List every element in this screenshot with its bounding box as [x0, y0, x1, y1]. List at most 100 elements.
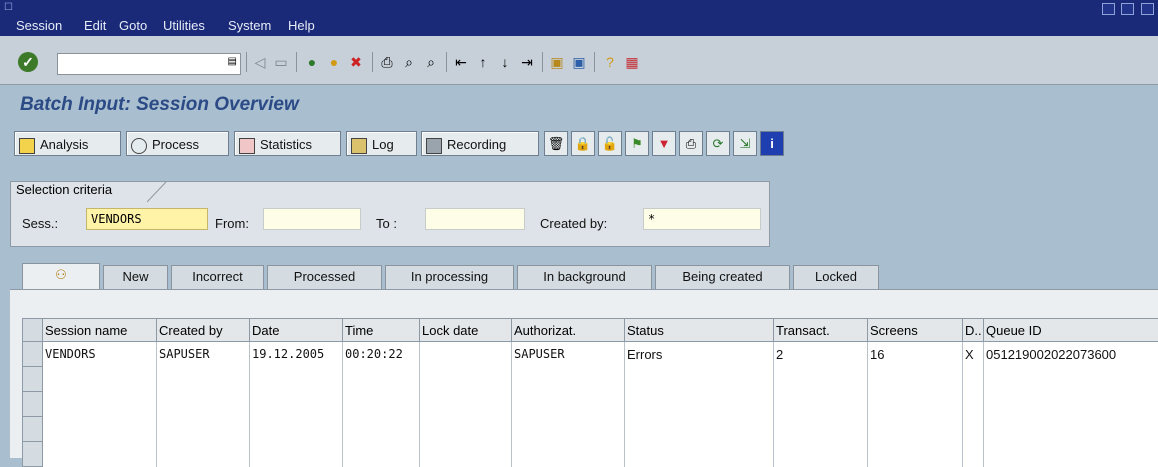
create-session-icon[interactable]: ▣	[547, 52, 567, 72]
tab-in-processing[interactable]: In processing	[385, 265, 514, 289]
menu-utilities[interactable]: Utilities	[163, 18, 205, 33]
page-title: Batch Input: Session Overview	[20, 94, 299, 116]
layout-icon[interactable]: ▦	[622, 52, 642, 72]
created-by-field[interactable]: *	[643, 208, 761, 230]
menu-system[interactable]: System	[228, 18, 271, 33]
column-header[interactable]: Queue ID	[984, 319, 1158, 342]
tab-being-created[interactable]: Being created	[655, 265, 790, 289]
column-header[interactable]: Lock date	[420, 319, 512, 342]
restore-icon[interactable]	[1121, 3, 1134, 15]
row-selector[interactable]	[23, 342, 43, 367]
export-button[interactable]: ⇲	[733, 131, 757, 156]
cell-transactions[interactable]: 2	[774, 342, 868, 367]
column-header[interactable]: Transact.	[774, 319, 868, 342]
minimize-icon[interactable]	[1102, 3, 1115, 15]
separator	[594, 52, 595, 72]
tab-incorrect[interactable]: Incorrect	[171, 265, 264, 289]
from-date-field[interactable]	[263, 208, 361, 230]
unlock-button[interactable]: 🔓	[598, 131, 622, 156]
tab-locked[interactable]: Locked	[793, 265, 879, 289]
menu-help[interactable]: Help	[288, 18, 315, 33]
tab-processed[interactable]: Processed	[267, 265, 382, 289]
session-table: Session name Created by Date Time Lock d…	[22, 318, 1158, 467]
session-name-field[interactable]: VENDORS	[86, 208, 208, 230]
menu-edit[interactable]: Edit	[84, 18, 106, 33]
recording-button[interactable]: Recording	[421, 131, 539, 156]
column-header[interactable]: Time	[343, 319, 420, 342]
delete-icon: 🗑	[548, 136, 565, 151]
column-header[interactable]: Created by	[157, 319, 250, 342]
cell-lock-date[interactable]	[420, 342, 512, 367]
cancel-icon[interactable]: ✖	[346, 52, 366, 72]
prev-page-icon[interactable]: ↑	[473, 52, 493, 72]
command-dropdown-icon[interactable]: ▤	[228, 56, 237, 67]
tab-all[interactable]: ⚇	[22, 263, 100, 290]
column-header[interactable]: Authorizat.	[512, 319, 625, 342]
process-button[interactable]: Process	[126, 131, 229, 156]
menu-bar: ☐ Session Edit Goto Utilities System Hel…	[0, 0, 1158, 36]
table-row[interactable]	[23, 417, 1158, 442]
shortcut-icon[interactable]: ▣	[569, 52, 589, 72]
first-page-icon[interactable]: ⇤	[451, 52, 471, 72]
row-selector[interactable]	[23, 417, 43, 442]
print-list-button[interactable]: ⎙	[679, 131, 703, 156]
cell-time[interactable]: 00:20:22	[343, 342, 420, 367]
next-page-icon[interactable]: ↓	[495, 52, 515, 72]
print-icon: ⎙	[686, 136, 696, 151]
row-selector[interactable]	[23, 392, 43, 417]
last-page-icon[interactable]: ⇥	[517, 52, 537, 72]
cell-screens[interactable]: 16	[868, 342, 963, 367]
recording-icon	[426, 138, 442, 154]
row-selector[interactable]	[23, 442, 43, 467]
back-green-icon[interactable]: ●	[302, 52, 322, 72]
tab-in-background[interactable]: In background	[517, 265, 652, 289]
cell-created-by[interactable]: SAPUSER	[157, 342, 250, 367]
enter-icon[interactable]: ✓	[18, 52, 38, 72]
column-header[interactable]: D..	[963, 319, 984, 342]
command-field[interactable]: ▤	[57, 53, 241, 75]
flag-button[interactable]: ⚑	[625, 131, 649, 156]
statistics-button[interactable]: Statistics	[234, 131, 341, 156]
row-selector[interactable]	[23, 367, 43, 392]
menu-goto[interactable]: Goto	[119, 18, 147, 33]
cell-session-name[interactable]: VENDORS	[43, 342, 157, 367]
process-icon	[131, 138, 147, 154]
save-icon[interactable]: ▭	[271, 52, 291, 72]
table-row[interactable]	[23, 392, 1158, 417]
cell-authorization[interactable]: SAPUSER	[512, 342, 625, 367]
to-label: To :	[376, 216, 397, 231]
refresh-button[interactable]: ⟳	[706, 131, 730, 156]
analysis-button[interactable]: Analysis	[14, 131, 121, 156]
cell-queue-id[interactable]: 051219002022073600	[984, 342, 1158, 367]
column-header[interactable]: Date	[250, 319, 343, 342]
filter-button[interactable]: ▼	[652, 131, 676, 156]
table-row[interactable]	[23, 442, 1158, 467]
table-row[interactable]	[23, 367, 1158, 392]
system-menu-icon[interactable]: ☐	[4, 2, 16, 12]
tab-new[interactable]: New	[103, 265, 168, 289]
table-row[interactable]: VENDORS SAPUSER 19.12.2005 00:20:22 SAPU…	[23, 342, 1158, 367]
help-icon[interactable]: ?	[600, 52, 620, 72]
delete-button[interactable]: 🗑	[544, 131, 568, 156]
info-button[interactable]: i	[760, 131, 784, 156]
find-icon[interactable]: ⌕	[399, 52, 419, 72]
cell-date[interactable]: 19.12.2005	[250, 342, 343, 367]
cell-status[interactable]: Errors	[625, 342, 774, 367]
print-icon[interactable]: ⎙	[377, 52, 397, 72]
select-all-cell[interactable]	[23, 319, 43, 342]
column-header[interactable]: Screens	[868, 319, 963, 342]
exit-icon[interactable]: ●	[324, 52, 344, 72]
column-header[interactable]: Session name	[43, 319, 157, 342]
column-header[interactable]: Status	[625, 319, 774, 342]
info-icon: i	[770, 136, 774, 151]
export-icon: ⇲	[740, 136, 751, 151]
lock-button[interactable]: 🔒	[571, 131, 595, 156]
cell-d[interactable]: X	[963, 342, 984, 367]
log-button[interactable]: Log	[346, 131, 417, 156]
to-date-field[interactable]	[425, 208, 525, 230]
close-window-icon[interactable]	[1141, 3, 1154, 15]
back-icon[interactable]: ◁	[250, 52, 270, 72]
find-next-icon[interactable]: ⌕	[421, 52, 441, 72]
menu-session[interactable]: Session	[16, 18, 62, 33]
group-title: Selection criteria	[12, 182, 116, 197]
